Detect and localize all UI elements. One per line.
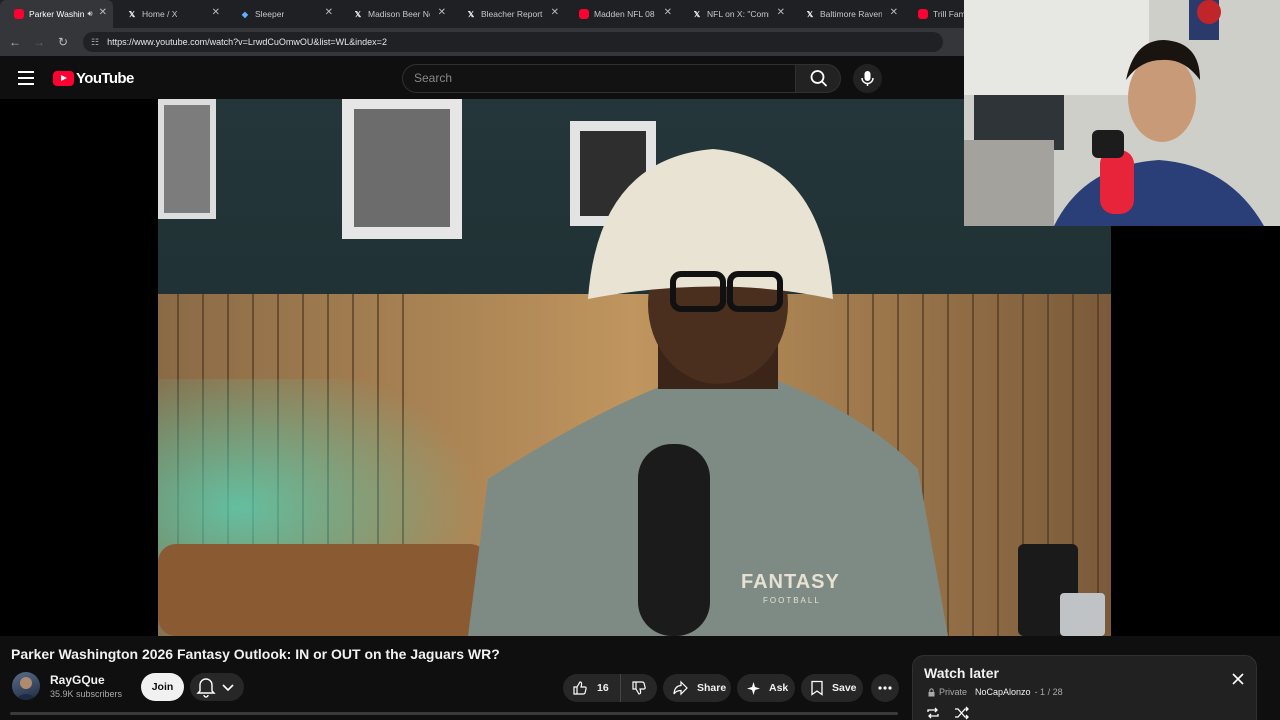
x-icon: 𝕏 <box>467 9 475 19</box>
browser-tab-sleeper[interactable]: ◆ Sleeper ✕ <box>226 0 339 28</box>
playlist-privacy: Private <box>939 687 968 697</box>
youtube-logo-text: YouTube <box>76 70 134 87</box>
video-title: Parker Washington 2026 Fantasy Outlook: … <box>11 646 500 662</box>
back-arrow-icon[interactable]: ← <box>3 35 27 49</box>
save-button[interactable]: Save <box>801 674 863 702</box>
tab-label: Home / X <box>142 9 178 19</box>
youtube-header: YouTube Search <box>0 56 964 99</box>
microphone-icon <box>861 71 874 86</box>
shirt-logo-subtext: FOOTBALL <box>763 596 821 605</box>
shuffle-button[interactable] <box>954 706 970 720</box>
shuffle-icon <box>955 706 969 720</box>
like-button[interactable]: 16 <box>563 674 621 702</box>
x-icon: 𝕏 <box>806 9 814 19</box>
tab-label: NFL on X: "Comm <box>707 9 769 19</box>
tab-label: Trill Famil <box>933 9 964 19</box>
tab-label: Bleacher Report o <box>481 9 543 19</box>
close-icon[interactable]: ✕ <box>664 8 672 18</box>
tab-label: Parker Washin <box>29 9 85 19</box>
x-icon: 𝕏 <box>693 9 701 19</box>
sleeper-icon: ◆ <box>241 9 249 19</box>
close-icon[interactable]: ✕ <box>438 8 446 18</box>
like-dislike-group: 16 <box>563 674 657 702</box>
channel-name[interactable]: RayGQue <box>50 673 105 687</box>
more-horizontal-icon <box>878 686 892 690</box>
browser-tab-bar: Parker Washin 🔊︎ ✕ 𝕏 Home / X ✕ ◆ Sleepe… <box>0 0 964 28</box>
site-info-icon[interactable]: ☷ <box>91 37 99 48</box>
like-count: 16 <box>597 682 609 694</box>
thumbs-down-icon <box>632 681 646 695</box>
playlist-owner[interactable]: NoCapAlonzo <box>975 687 1031 697</box>
browser-tab-bleacher-report[interactable]: 𝕏 Bleacher Report o ✕ <box>452 0 565 28</box>
playlist-position: - 1 / 28 <box>1034 687 1063 697</box>
save-label: Save <box>832 682 857 694</box>
youtube-icon <box>14 9 24 19</box>
thumbs-up-icon <box>573 681 587 695</box>
address-bar: ← → ↻ ☷ https://www.youtube.com/watch?v=… <box>0 28 964 56</box>
bell-icon <box>196 678 234 698</box>
tab-label: Sleeper <box>255 9 285 19</box>
close-icon <box>1232 673 1244 685</box>
share-icon <box>673 680 688 696</box>
browser-tab-youtube-parker[interactable]: Parker Washin 🔊︎ ✕ <box>0 0 113 28</box>
browser-tab-madden[interactable]: Madden NFL 08 - ✕ <box>565 0 678 28</box>
webcam-feed <box>964 0 1280 226</box>
close-icon[interactable]: ✕ <box>99 8 107 18</box>
youtube-logo[interactable]: YouTube <box>53 70 134 87</box>
playlist-title[interactable]: Watch later <box>924 665 999 681</box>
notification-button[interactable] <box>190 673 244 701</box>
share-button[interactable]: Share <box>663 674 731 702</box>
channel-avatar[interactable] <box>12 672 40 700</box>
url-field[interactable]: ☷ https://www.youtube.com/watch?v=LrwdCu… <box>83 32 943 52</box>
description-divider <box>10 712 898 715</box>
subscriber-count: 35.9K subscribers <box>50 689 123 699</box>
close-icon[interactable]: ✕ <box>890 8 898 18</box>
close-icon[interactable]: ✕ <box>551 8 559 18</box>
close-icon[interactable]: ✕ <box>212 8 220 18</box>
close-icon[interactable]: ✕ <box>777 8 785 18</box>
playlist-panel: Watch later Private NoCapAlonzo - 1 / 28 <box>912 655 1257 720</box>
sparkle-icon <box>747 681 760 695</box>
close-playlist-button[interactable] <box>1231 672 1245 691</box>
menu-icon[interactable] <box>18 71 34 89</box>
browser-tab-x-home[interactable]: 𝕏 Home / X ✕ <box>113 0 226 28</box>
search-icon <box>810 70 827 87</box>
youtube-icon <box>579 9 589 19</box>
close-icon[interactable]: ✕ <box>325 8 333 18</box>
webcam-overlay <box>964 0 1280 226</box>
reload-icon[interactable]: ↻ <box>51 35 75 49</box>
lock-icon <box>928 687 935 696</box>
ask-button[interactable]: Ask <box>737 674 795 702</box>
loop-button[interactable] <box>925 706 941 720</box>
more-actions-button[interactable] <box>871 674 899 702</box>
join-button[interactable]: Join <box>141 673 184 701</box>
share-label: Share <box>697 682 727 694</box>
ask-label: Ask <box>769 682 789 694</box>
forward-arrow-icon[interactable]: → <box>27 35 51 49</box>
x-icon: 𝕏 <box>354 9 362 19</box>
url-text: https://www.youtube.com/watch?v=LrwdCuOm… <box>107 37 387 47</box>
tab-label: Madison Beer Nev <box>368 9 430 19</box>
speaker-icon[interactable]: 🔊︎ <box>87 9 92 19</box>
youtube-play-icon <box>53 71 74 86</box>
browser-tab-madison-beer[interactable]: 𝕏 Madison Beer Nev ✕ <box>339 0 452 28</box>
browser-tab-trill[interactable]: Trill Famil <box>904 0 964 28</box>
shirt-logo-text: FANTASY <box>741 571 840 593</box>
tab-label: Baltimore Ravens <box>820 9 882 19</box>
playlist-meta: Private NoCapAlonzo - 1 / 28 <box>927 687 1063 697</box>
dislike-button[interactable] <box>621 674 657 702</box>
youtube-icon <box>918 9 928 19</box>
browser-tab-ravens[interactable]: 𝕏 Baltimore Ravens ✕ <box>791 0 904 28</box>
avatar-image <box>15 677 37 700</box>
browser-tab-nfl[interactable]: 𝕏 NFL on X: "Comm ✕ <box>678 0 791 28</box>
bookmark-icon <box>811 680 823 696</box>
voice-search-button[interactable] <box>853 64 882 93</box>
loop-icon <box>927 707 939 719</box>
screen: Parker Washin 🔊︎ ✕ 𝕏 Home / X ✕ ◆ Sleepe… <box>0 0 1280 720</box>
search-button[interactable] <box>795 64 841 93</box>
tab-label: Madden NFL 08 - <box>594 9 656 19</box>
search-input[interactable]: Search <box>402 64 796 93</box>
x-icon: 𝕏 <box>128 9 136 19</box>
